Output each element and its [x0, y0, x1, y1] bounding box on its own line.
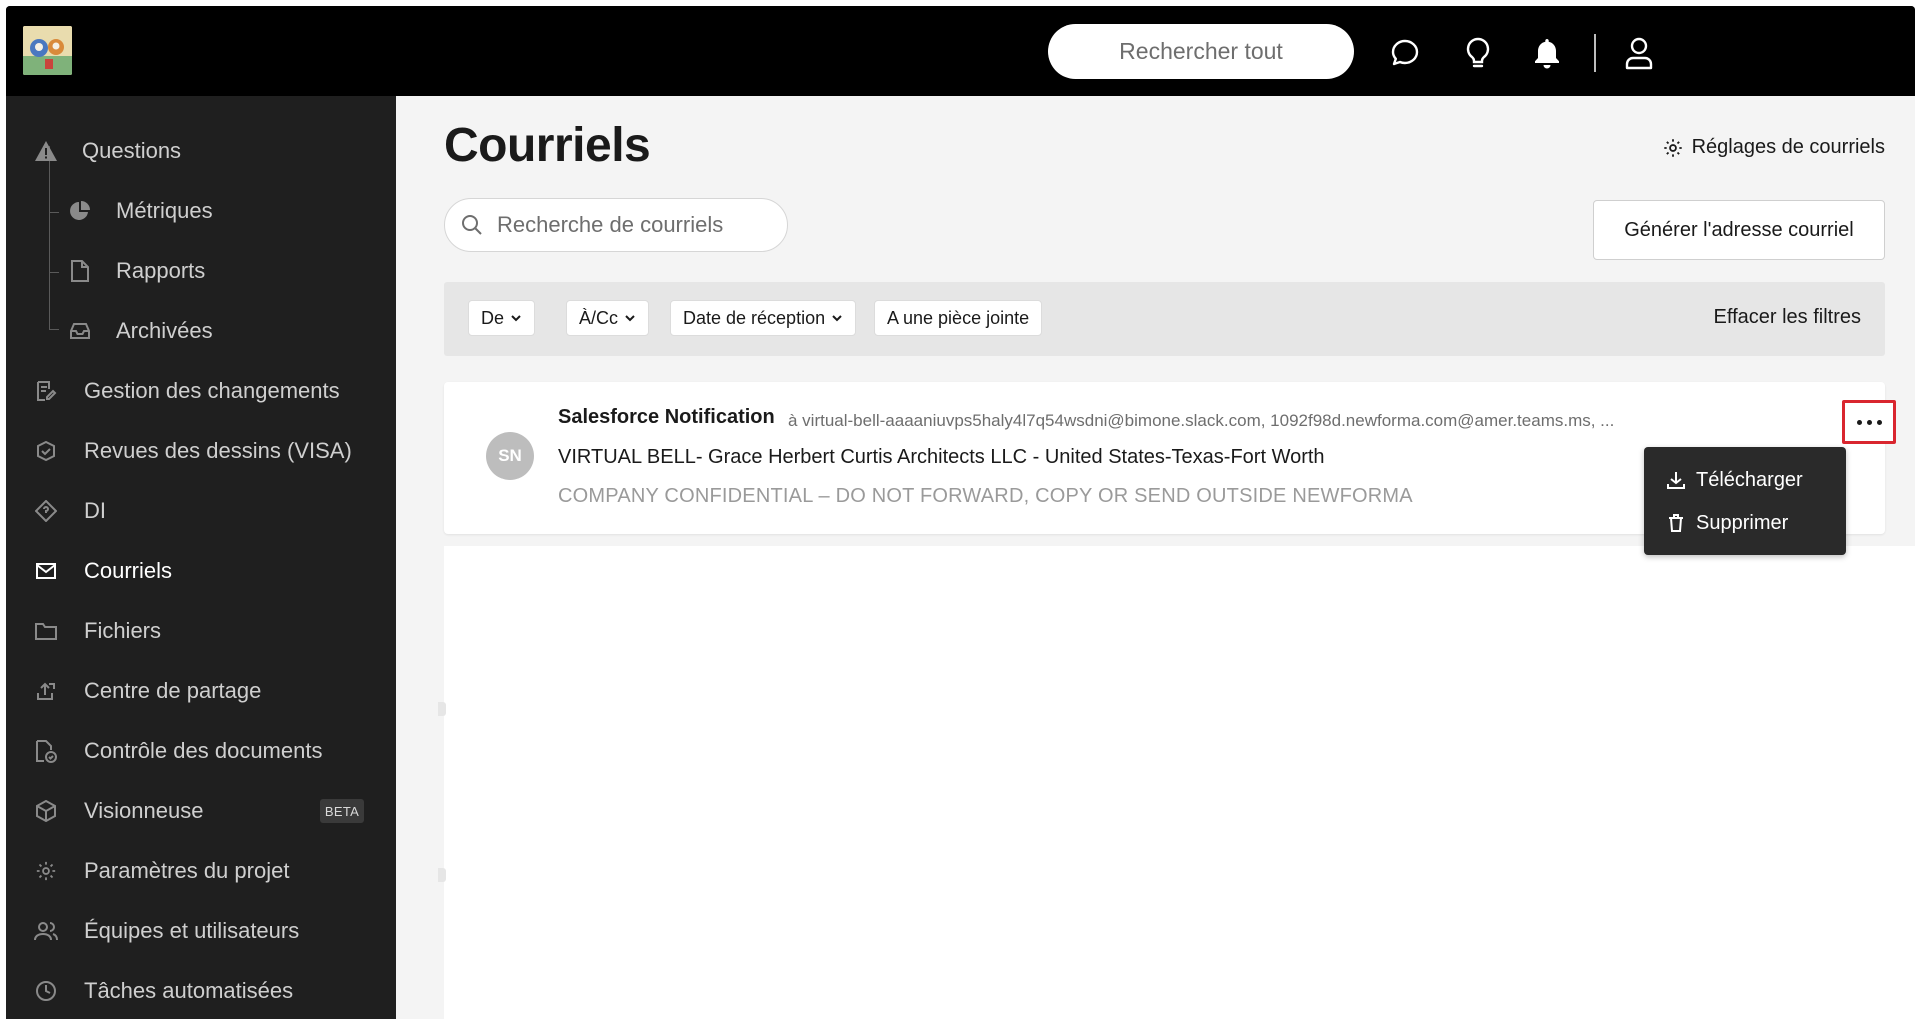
email-recipients: à virtual-bell-aaaaniuvps5haly4l7q54wsdn…: [788, 411, 1615, 430]
email-search-placeholder: Recherche de courriels: [497, 212, 724, 237]
page-title: Courriels: [444, 119, 651, 172]
generate-email-address-button[interactable]: Générer l'adresse courriel: [1593, 200, 1885, 260]
warning-icon: [34, 139, 58, 163]
filter-from-label: De: [481, 307, 505, 328]
check-shield-icon: [34, 439, 58, 463]
bell-icon[interactable]: [1528, 34, 1566, 72]
filter-to-cc-dropdown[interactable]: À/Cc: [566, 300, 650, 336]
avatar: SN: [486, 432, 534, 480]
menu-item-delete[interactable]: Supprimer: [1666, 508, 1788, 538]
chevron-down-icon: [831, 312, 843, 324]
pie-chart-icon: [68, 199, 92, 223]
chat-icon[interactable]: [1386, 34, 1424, 72]
users-icon: [34, 919, 58, 943]
edit-document-icon: [34, 379, 58, 403]
menu-item-download[interactable]: Télécharger: [1666, 465, 1803, 495]
lightbulb-icon[interactable]: [1459, 34, 1497, 72]
chevron-down-icon: [624, 312, 636, 324]
gear-icon: [1662, 137, 1684, 159]
sidebar-item-di[interactable]: DI: [6, 486, 396, 536]
topbar-divider: [1594, 34, 1596, 72]
beta-badge: BETA: [320, 799, 364, 823]
sidebar-item-equipes-utilisateurs[interactable]: Équipes et utilisateurs: [6, 906, 396, 956]
filter-from-dropdown[interactable]: De: [468, 300, 536, 336]
email-search-input[interactable]: Recherche de courriels: [444, 198, 788, 252]
global-search-input[interactable]: Rechercher tout: [1048, 24, 1354, 79]
document-icon: [68, 259, 92, 283]
sidebar-item-rapports[interactable]: Rapports: [6, 246, 396, 296]
search-icon: [461, 214, 483, 236]
filter-received-date-dropdown[interactable]: Date de réception: [670, 300, 857, 336]
folder-icon: [34, 619, 58, 643]
sidebar-item-parametres-projet[interactable]: Paramètres du projet: [6, 846, 396, 896]
cube-icon: [34, 799, 58, 823]
more-icon: [1856, 419, 1882, 425]
email-settings-label: Réglages de courriels: [1691, 136, 1885, 158]
sidebar: Questions Métriques Rapports Archivées G…: [6, 96, 396, 1019]
document-check-icon: [34, 739, 58, 763]
sidebar-item-courriels[interactable]: Courriels: [6, 546, 396, 596]
scroll-nub: [438, 702, 446, 716]
mail-icon: [34, 559, 58, 583]
email-sender: Salesforce Notification: [558, 406, 775, 428]
email-preview: COMPANY CONFIDENTIAL – DO NOT FORWARD, C…: [558, 485, 1413, 507]
top-bar: Rechercher tout: [6, 6, 1915, 96]
global-search-placeholder: Rechercher tout: [1119, 38, 1283, 64]
email-context-menu: Télécharger Supprimer: [1644, 447, 1846, 555]
filter-has-attachment-label: A une pièce jointe: [887, 307, 1030, 328]
inbox-icon: [68, 319, 92, 343]
sidebar-item-centre-partage[interactable]: Centre de partage: [6, 666, 396, 716]
sidebar-item-controle-documents[interactable]: Contrôle des documents: [6, 726, 396, 776]
sidebar-item-archivees[interactable]: Archivées: [6, 306, 396, 356]
app-window: Rechercher tout Questions Métriques Rapp…: [6, 6, 1915, 1019]
email-subject: VIRTUAL BELL- Grace Herbert Curtis Archi…: [558, 446, 1325, 468]
more-options-button[interactable]: [1842, 400, 1896, 444]
filter-has-attachment-toggle[interactable]: A une pièce jointe: [874, 300, 1043, 336]
clear-filters-link[interactable]: Effacer les filtres: [1714, 306, 1861, 329]
diamond-question-icon: [34, 499, 58, 523]
trash-icon: [1666, 513, 1686, 533]
main-content: Courriels Réglages de courriels Recherch…: [396, 96, 1915, 1019]
scroll-nub: [438, 868, 446, 882]
project-logo[interactable]: [23, 26, 72, 75]
filter-received-date-label: Date de réception: [683, 307, 826, 328]
sidebar-item-visionneuse[interactable]: Visionneuse BETA: [6, 786, 396, 836]
filter-bar: De À/Cc Date de réception A une pièce jo…: [444, 282, 1885, 356]
email-settings-link[interactable]: Réglages de courriels: [1662, 136, 1885, 159]
chevron-down-icon: [510, 312, 522, 324]
download-icon: [1666, 470, 1686, 490]
sidebar-item-gestion-changements[interactable]: Gestion des changements: [6, 366, 396, 416]
clock-icon: [34, 979, 58, 1003]
user-icon[interactable]: [1620, 34, 1658, 72]
menu-item-download-label: Télécharger: [1696, 468, 1803, 491]
sidebar-item-fichiers[interactable]: Fichiers: [6, 606, 396, 656]
sidebar-item-revues-dessins[interactable]: Revues des dessins (VISA): [6, 426, 396, 476]
gear-icon: [34, 859, 58, 883]
share-icon: [34, 679, 58, 703]
sidebar-item-questions[interactable]: Questions: [6, 126, 396, 176]
menu-item-delete-label: Supprimer: [1696, 511, 1789, 534]
sidebar-item-taches-automatisees[interactable]: Tâches automatisées: [6, 966, 396, 1016]
sidebar-item-metriques[interactable]: Métriques: [6, 186, 396, 236]
email-list-empty-area: [444, 546, 1915, 1019]
filter-to-cc-label: À/Cc: [579, 307, 619, 328]
